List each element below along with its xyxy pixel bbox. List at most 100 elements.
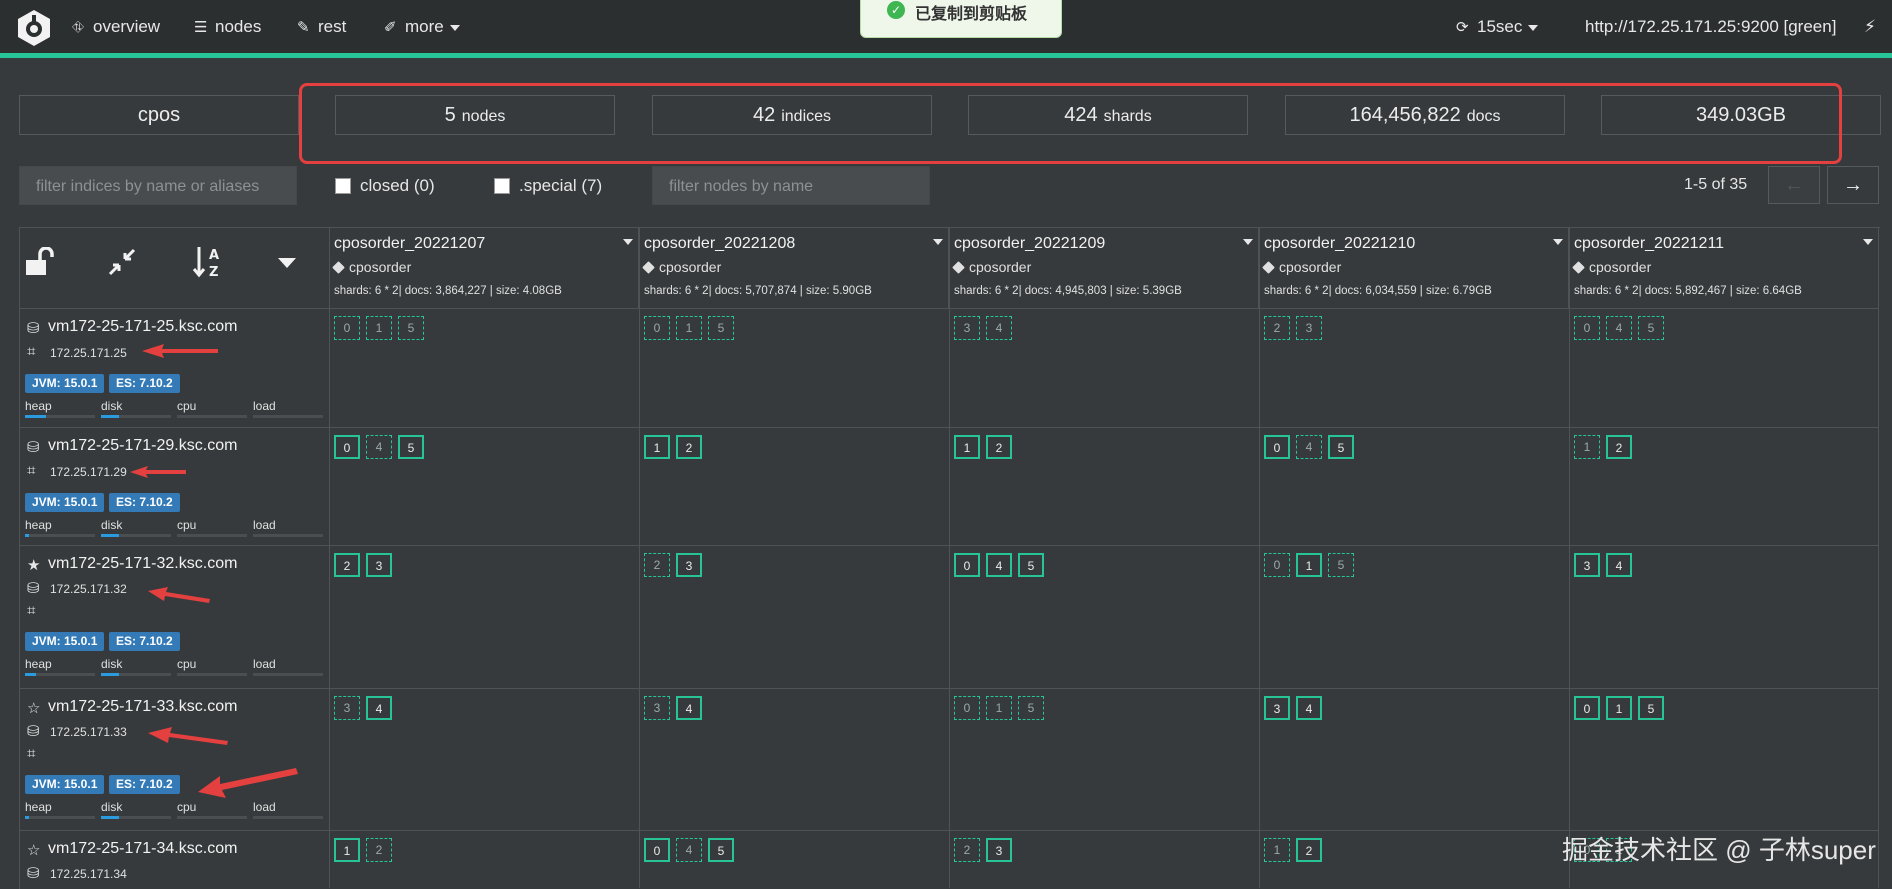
primary-shard[interactable]: 3 (986, 838, 1012, 862)
node-name[interactable]: vm172-25-171-33.ksc.com (48, 698, 237, 716)
replica-shard[interactable]: 1 (366, 316, 392, 340)
index-header-1[interactable]: cposorder_20221208 cposorder shards: 6 * 2… (639, 227, 949, 309)
primary-shard[interactable]: 1 (644, 435, 670, 459)
index-header-3[interactable]: cposorder_20221210 cposorder shards: 6 * 2… (1259, 227, 1569, 309)
filter-indices-input[interactable]: filter indices by name or aliases (19, 166, 297, 205)
primary-shard[interactable]: 1 (1606, 696, 1632, 720)
sort-alpha-icon[interactable]: A Z (191, 244, 227, 280)
replica-shard[interactable]: 5 (1328, 553, 1354, 577)
primary-shard[interactable]: 0 (334, 435, 360, 459)
unlock-icon[interactable] (24, 247, 56, 277)
replica-shard[interactable]: 4 (1296, 435, 1322, 459)
replica-shard[interactable]: 1 (676, 316, 702, 340)
primary-shard[interactable]: 3 (1574, 553, 1600, 577)
index-name[interactable]: cposorder_20221209 (954, 235, 1105, 253)
replica-shard[interactable]: 5 (1018, 696, 1044, 720)
refresh-interval-dropdown[interactable]: ⟳ 15sec (1456, 17, 1539, 37)
disconnect-plug-icon[interactable]: ⚡ (1864, 17, 1876, 37)
compress-icon[interactable] (107, 247, 137, 277)
replica-shard[interactable]: 5 (1638, 316, 1664, 340)
next-page-button[interactable]: → (1827, 166, 1879, 204)
primary-shard[interactable]: 2 (1606, 435, 1632, 459)
disk-icon: ⛁ (27, 723, 40, 740)
primary-shard[interactable]: 0 (1574, 696, 1600, 720)
primary-shard[interactable]: 5 (1328, 435, 1354, 459)
primary-shard[interactable]: 1 (334, 838, 360, 862)
chevron-down-icon[interactable] (933, 239, 943, 245)
primary-shard[interactable]: 5 (708, 838, 734, 862)
replica-shard[interactable]: 4 (676, 838, 702, 862)
node-name[interactable]: vm172-25-171-29.ksc.com (48, 437, 237, 455)
index-name[interactable]: cposorder_20221210 (1264, 235, 1415, 253)
cerebro-logo-icon[interactable] (14, 8, 54, 48)
node-name[interactable]: vm172-25-171-34.ksc.com (48, 840, 237, 858)
primary-shard[interactable]: 5 (1638, 696, 1664, 720)
primary-shard[interactable]: 1 (954, 435, 980, 459)
primary-shard[interactable]: 0 (644, 838, 670, 862)
primary-shard[interactable]: 5 (398, 435, 424, 459)
primary-shard[interactable]: 2 (334, 553, 360, 577)
index-name[interactable]: cposorder_20221208 (644, 235, 795, 253)
primary-shard[interactable]: 4 (1296, 696, 1322, 720)
node-name[interactable]: vm172-25-171-25.ksc.com (48, 318, 237, 336)
replica-shard[interactable]: 3 (644, 696, 670, 720)
replica-shard[interactable]: 5 (398, 316, 424, 340)
nav-nodes[interactable]: ☰ nodes (194, 17, 261, 37)
replica-shard[interactable]: 2 (1264, 316, 1290, 340)
nav-rest[interactable]: ✎ rest (297, 17, 346, 37)
replica-shard[interactable]: 3 (954, 316, 980, 340)
primary-shard[interactable]: 2 (986, 435, 1012, 459)
primary-shard[interactable]: 0 (954, 553, 980, 577)
replica-shard[interactable]: 1 (1574, 435, 1600, 459)
primary-shard[interactable]: 4 (676, 696, 702, 720)
cluster-url[interactable]: http://172.25.171.25:9200 [green] (1585, 17, 1836, 37)
special-checkbox[interactable] (494, 178, 510, 194)
chevron-down-icon[interactable] (1243, 239, 1253, 245)
replica-shard[interactable]: 0 (644, 316, 670, 340)
prev-page-button[interactable]: ← (1768, 166, 1820, 204)
primary-shard[interactable]: 4 (1606, 553, 1632, 577)
primary-shard[interactable]: 3 (366, 553, 392, 577)
star-icon: ★ (27, 557, 41, 574)
primary-shard[interactable]: 3 (676, 553, 702, 577)
replica-shard[interactable]: 2 (644, 553, 670, 577)
replica-shard[interactable]: 1 (1264, 838, 1290, 862)
replica-shard[interactable]: 0 (1264, 553, 1290, 577)
index-header-0[interactable]: cposorder_20221207 cposorder shards: 6 * 2… (329, 227, 639, 309)
replica-shard[interactable]: 4 (1606, 316, 1632, 340)
primary-shard[interactable]: 4 (986, 553, 1012, 577)
index-name[interactable]: cposorder_20221211 (1574, 235, 1724, 253)
primary-shard[interactable]: 5 (1018, 553, 1044, 577)
replica-shard[interactable]: 4 (366, 435, 392, 459)
index-header-2[interactable]: cposorder_20221209 cposorder shards: 6 * 2… (949, 227, 1259, 309)
node-name[interactable]: vm172-25-171-32.ksc.com (48, 555, 237, 573)
replica-shard[interactable]: 0 (334, 316, 360, 340)
caret-down-icon[interactable] (276, 256, 298, 270)
replica-shard[interactable]: 2 (954, 838, 980, 862)
replica-shard[interactable]: 3 (334, 696, 360, 720)
filter-nodes-input[interactable]: filter nodes by name (652, 166, 930, 205)
nav-more[interactable]: ✐ more (384, 17, 460, 37)
primary-shard[interactable]: 0 (1264, 435, 1290, 459)
nav-overview[interactable]: ⛗ overview (72, 17, 160, 37)
replica-shard[interactable]: 1 (986, 696, 1012, 720)
primary-shard[interactable]: 2 (1296, 838, 1322, 862)
replica-shard[interactable]: 0 (954, 696, 980, 720)
replica-shard[interactable]: 4 (986, 316, 1012, 340)
chevron-down-icon[interactable] (1863, 239, 1873, 245)
primary-shard[interactable]: 2 (676, 435, 702, 459)
closed-checkbox[interactable] (335, 178, 351, 194)
chevron-down-icon[interactable] (1553, 239, 1563, 245)
magic-wand-icon: ✐ (384, 19, 397, 36)
chevron-down-icon[interactable] (623, 239, 633, 245)
primary-shard[interactable]: 1 (1296, 553, 1322, 577)
primary-shard[interactable]: 3 (1264, 696, 1290, 720)
replica-shard[interactable]: 5 (708, 316, 734, 340)
primary-shard[interactable]: 4 (366, 696, 392, 720)
index-stats: shards: 6 * 2| docs: 4,945,803 | size: 5… (954, 285, 1182, 297)
index-name[interactable]: cposorder_20221207 (334, 235, 485, 253)
index-header-4[interactable]: cposorder_20221211 cposorder shards: 6 * 2… (1569, 227, 1879, 309)
replica-shard[interactable]: 3 (1296, 316, 1322, 340)
replica-shard[interactable]: 2 (366, 838, 392, 862)
replica-shard[interactable]: 0 (1574, 316, 1600, 340)
